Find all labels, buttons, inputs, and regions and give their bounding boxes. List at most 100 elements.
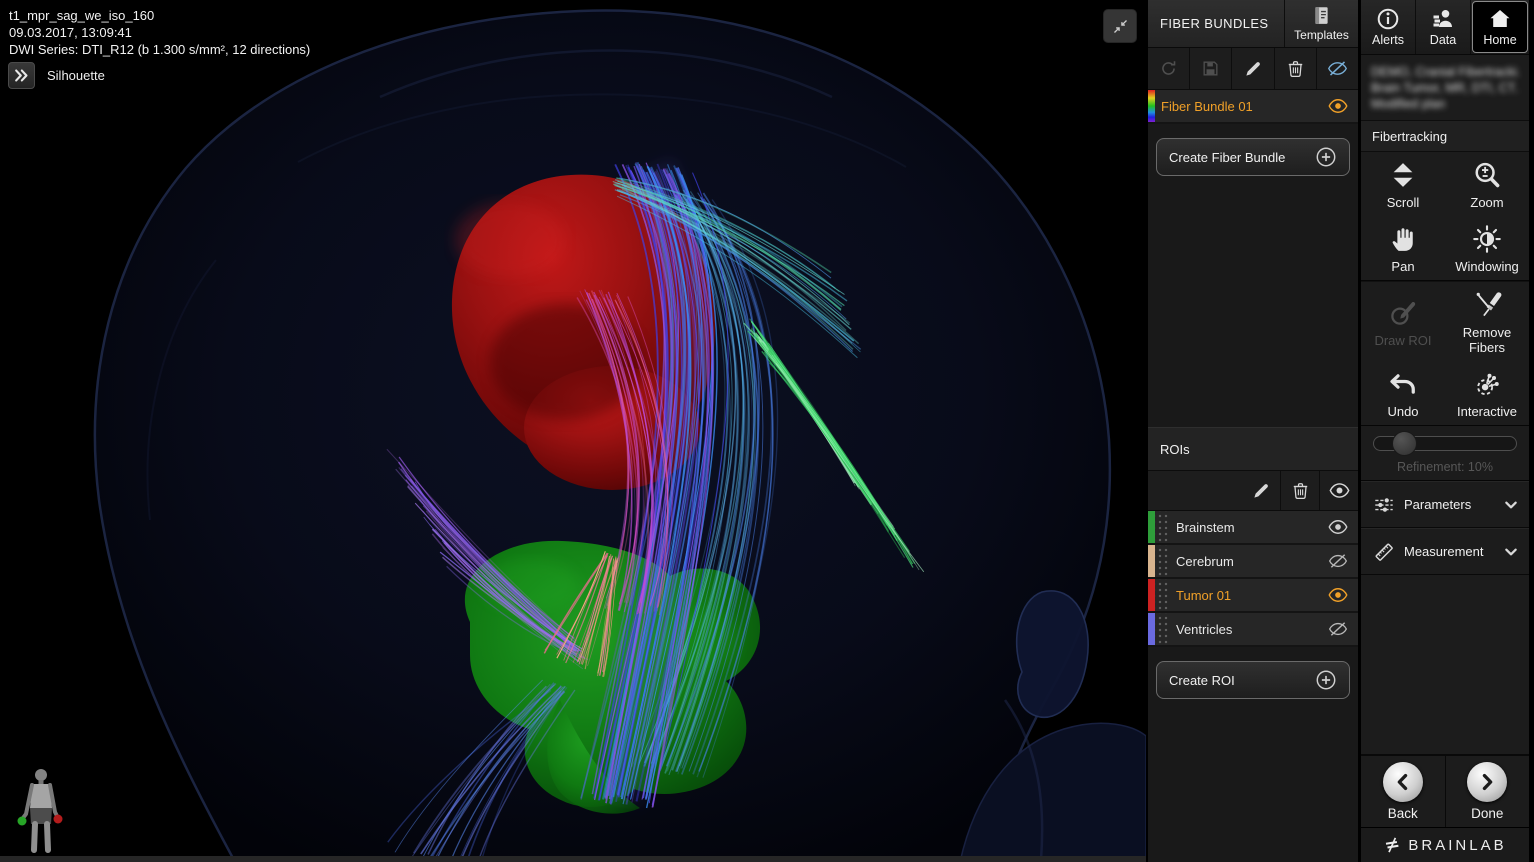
roi-name: Cerebrum xyxy=(1170,554,1328,569)
zoom-icon xyxy=(1472,160,1502,190)
home-icon xyxy=(1488,7,1512,31)
roi-row-tumor[interactable]: Tumor 01 xyxy=(1148,579,1358,613)
edit-pencil-icon xyxy=(1252,481,1271,500)
nav-alerts-button[interactable]: Alerts xyxy=(1361,0,1416,54)
hide-bundle-button[interactable] xyxy=(1317,58,1358,79)
done-button[interactable]: Done xyxy=(1446,756,1530,827)
3d-viewport[interactable]: t1_mpr_sag_we_iso_160 09.03.2017, 13:09:… xyxy=(0,0,1146,862)
series-dwi-info: DWI Series: DTI_R12 (b 1.300 s/mm², 12 d… xyxy=(9,41,310,58)
draw-roi-icon xyxy=(1388,298,1418,328)
eye-icon xyxy=(1329,480,1350,501)
bundle-toolbar xyxy=(1148,48,1358,90)
zoom-tool[interactable]: Zoom xyxy=(1445,152,1529,216)
delete-roi-button[interactable] xyxy=(1281,481,1319,500)
eye-hidden-icon[interactable] xyxy=(1328,551,1348,571)
remove-fibers-icon xyxy=(1472,290,1502,320)
parameters-icon xyxy=(1373,494,1395,516)
roi-texture xyxy=(1155,545,1170,577)
edit-bundle-button[interactable] xyxy=(1232,59,1273,78)
templates-button[interactable]: Templates xyxy=(1284,0,1358,47)
roi-row-brainstem[interactable]: Brainstem xyxy=(1148,511,1358,545)
patient-line: DEMO, Cranial Fibertracki... xyxy=(1371,64,1519,80)
recompute-icon xyxy=(1159,59,1178,78)
scroll-tool[interactable]: Scroll xyxy=(1361,152,1445,216)
series-datetime: 09.03.2017, 13:09:41 xyxy=(9,24,310,41)
roi-row-cerebrum[interactable]: Cerebrum xyxy=(1148,545,1358,579)
show-roi-button[interactable] xyxy=(1320,480,1358,501)
viewport-bottom-strip xyxy=(0,856,1146,862)
chevron-right-icon xyxy=(1476,771,1498,793)
silhouette-label: Silhouette xyxy=(47,68,105,83)
fibertracking-section-label: Fibertracking xyxy=(1361,121,1529,152)
footer-navigation: Back Done xyxy=(1361,754,1529,827)
series-info-overlay: t1_mpr_sag_we_iso_160 09.03.2017, 13:09:… xyxy=(9,7,310,58)
brainlab-logo-icon xyxy=(1383,836,1401,854)
roi-texture xyxy=(1155,579,1170,611)
patient-info-blurred[interactable]: DEMO, Cranial Fibertracki... Brain Tumor… xyxy=(1361,55,1529,121)
edit-roi-button[interactable] xyxy=(1242,481,1280,500)
rois-title: ROIs xyxy=(1148,427,1358,471)
windowing-icon xyxy=(1472,224,1502,254)
eye-visible-icon[interactable] xyxy=(1328,517,1348,537)
series-title: t1_mpr_sag_we_iso_160 xyxy=(9,7,310,24)
eye-hidden-icon xyxy=(1327,58,1348,79)
recompute-button[interactable] xyxy=(1148,59,1189,78)
refinement-label: Refinement: 10% xyxy=(1373,460,1517,474)
roi-name: Brainstem xyxy=(1170,520,1328,535)
create-roi-button[interactable]: Create ROI xyxy=(1156,661,1350,699)
delete-trash-icon xyxy=(1291,481,1310,500)
panel-filler xyxy=(1148,707,1358,862)
nav-data-button[interactable]: Data xyxy=(1416,0,1471,54)
slider-handle[interactable] xyxy=(1392,431,1417,456)
measurement-accordion[interactable]: Measurement xyxy=(1361,528,1529,575)
plus-circle-icon xyxy=(1315,669,1337,691)
parameters-accordion[interactable]: Parameters xyxy=(1361,481,1529,528)
ear-shape xyxy=(1017,591,1088,717)
tool-grid: Scroll Zoom Pan Windowing Draw ROI Remov… xyxy=(1361,152,1529,425)
eye-hidden-icon[interactable] xyxy=(1328,619,1348,639)
roi-texture xyxy=(1155,613,1170,645)
scroll-icon xyxy=(1388,160,1418,190)
brand-name: BRAINLAB xyxy=(1408,837,1506,854)
roi-color-strip xyxy=(1148,613,1155,645)
roi-name: Ventricles xyxy=(1170,622,1328,637)
eye-visible-icon[interactable] xyxy=(1328,96,1348,116)
undo-icon xyxy=(1388,369,1418,399)
refinement-section: Refinement: 10% xyxy=(1361,425,1529,481)
nav-home-button[interactable]: Home xyxy=(1472,1,1528,53)
delete-trash-icon xyxy=(1286,59,1305,78)
pan-hand-icon xyxy=(1388,224,1418,254)
refinement-slider[interactable] xyxy=(1373,436,1517,451)
chevron-down-icon xyxy=(1503,544,1519,560)
collapse-view-button[interactable] xyxy=(1103,9,1137,43)
brand-footer: BRAINLAB xyxy=(1361,827,1529,862)
tools-panel: Alerts Data Home DEMO, Cranial Fibertrac… xyxy=(1358,0,1529,862)
create-fiber-bundle-button[interactable]: Create Fiber Bundle xyxy=(1156,138,1350,176)
undo-tool[interactable]: Undo xyxy=(1361,361,1445,425)
double-chevron-icon xyxy=(13,67,30,84)
pan-tool[interactable]: Pan xyxy=(1361,216,1445,280)
windowing-tool[interactable]: Windowing xyxy=(1445,216,1529,280)
templates-icon xyxy=(1311,5,1332,26)
expand-silhouette-button[interactable] xyxy=(8,62,35,89)
roi-texture xyxy=(1155,511,1170,543)
chevron-down-icon xyxy=(1503,497,1519,513)
roi-color-strip xyxy=(1148,545,1155,577)
fiber-bundle-row[interactable]: Fiber Bundle 01 xyxy=(1148,90,1358,124)
left-hand-marker xyxy=(18,817,27,826)
delete-bundle-button[interactable] xyxy=(1275,59,1316,78)
interactive-icon xyxy=(1472,369,1502,399)
save-bundle-button[interactable] xyxy=(1190,59,1231,78)
draw-roi-tool[interactable]: Draw ROI xyxy=(1361,282,1445,361)
eye-visible-icon[interactable] xyxy=(1328,585,1348,605)
fiber-bundles-title: FIBER BUNDLES xyxy=(1148,0,1284,47)
remove-fibers-tool[interactable]: Remove Fibers xyxy=(1445,282,1529,361)
fiber-bundles-panel: FIBER BUNDLES Templates Fiber Bundle 01 … xyxy=(1146,0,1358,862)
chevron-left-icon xyxy=(1392,771,1414,793)
roi-row-ventricles[interactable]: Ventricles xyxy=(1148,613,1358,647)
collapse-arrows-icon xyxy=(1112,18,1129,35)
top-navigation: Alerts Data Home xyxy=(1361,0,1529,55)
interactive-tool[interactable]: Interactive xyxy=(1445,361,1529,425)
bundle-name: Fiber Bundle 01 xyxy=(1155,99,1328,114)
back-button[interactable]: Back xyxy=(1361,756,1446,827)
